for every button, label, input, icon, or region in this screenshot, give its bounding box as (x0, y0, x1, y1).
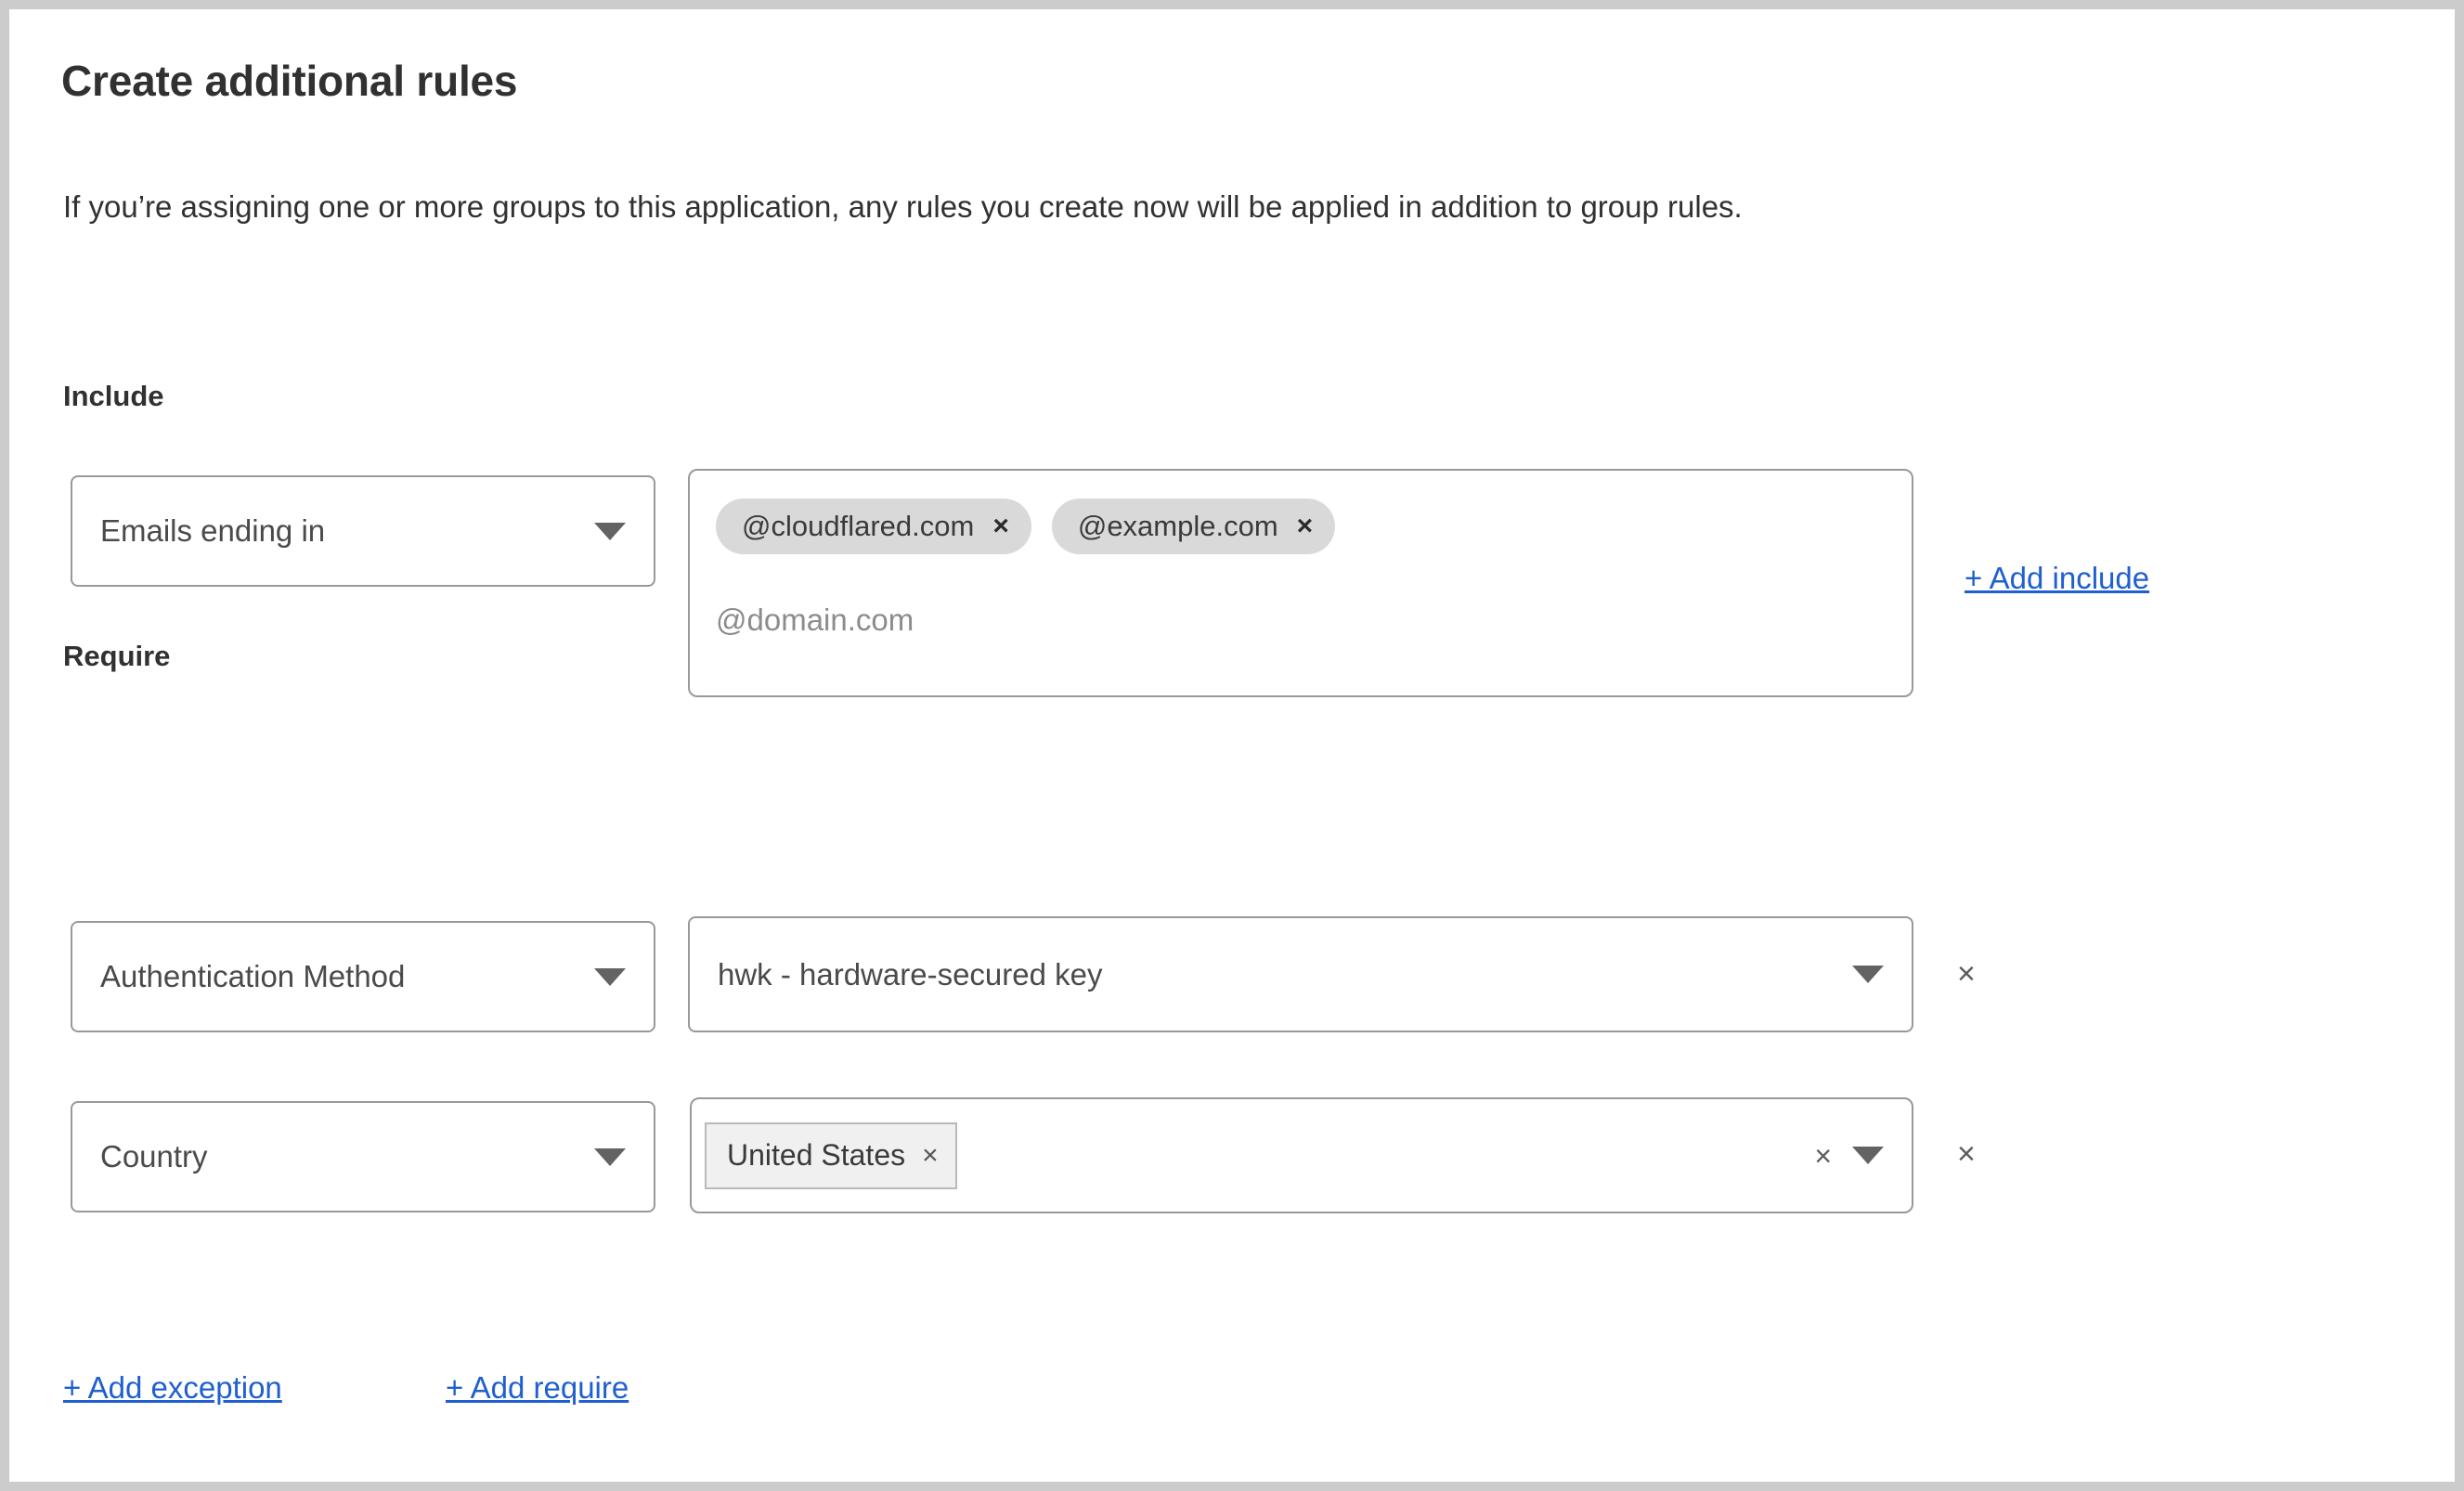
require-value-multiselect-1[interactable]: United States × × (690, 1097, 1913, 1213)
close-icon[interactable]: × (1957, 1138, 1976, 1170)
chevron-down-icon (1852, 966, 1884, 983)
require-value-select-0-value: hwk - hardware-secured key (718, 956, 1103, 992)
page-title: Create additional rules (61, 57, 518, 105)
include-value-tag-input[interactable]: @cloudflared.com × @example.com × @domai… (688, 469, 1913, 697)
include-type-select[interactable]: Emails ending in (71, 475, 655, 587)
require-value-select-0[interactable]: hwk - hardware-secured key (688, 916, 1913, 1032)
require-type-select-1[interactable]: Country (71, 1101, 655, 1212)
rules-panel: Create additional rules If you’re assign… (9, 9, 2455, 1482)
require-type-select-0-value: Authentication Method (100, 959, 406, 993)
clear-icon[interactable]: × (1814, 1141, 1832, 1171)
chevron-down-icon[interactable] (1852, 1147, 1884, 1164)
chevron-down-icon (594, 967, 626, 986)
page-description: If you’re assigning one or more groups t… (63, 189, 1743, 224)
include-tag-label: @example.com (1077, 510, 1278, 542)
add-include-link[interactable]: + Add include (1965, 561, 2149, 596)
close-icon[interactable]: × (1297, 512, 1314, 540)
add-exception-link[interactable]: + Add exception (63, 1370, 282, 1406)
include-tag-label: @cloudflared.com (742, 510, 975, 542)
close-icon[interactable]: × (922, 1141, 939, 1170)
chevron-down-icon (594, 522, 626, 540)
country-chip-label: United States (727, 1138, 906, 1172)
require-type-select-1-value: Country (100, 1139, 208, 1173)
include-type-select-value: Emails ending in (100, 513, 326, 548)
add-require-link[interactable]: + Add require (446, 1370, 629, 1406)
require-section-label: Require (63, 640, 171, 672)
country-chip[interactable]: United States × (705, 1121, 957, 1189)
include-section-label: Include (63, 380, 164, 412)
include-tag[interactable]: @example.com × (1051, 499, 1336, 554)
include-tag[interactable]: @cloudflared.com × (716, 499, 1031, 554)
include-tag-list: @cloudflared.com × @example.com × (716, 499, 1886, 554)
include-tag-placeholder: @domain.com (716, 603, 914, 637)
close-icon[interactable]: × (992, 512, 1009, 540)
close-icon[interactable]: × (1957, 958, 1976, 990)
chevron-down-icon (594, 1147, 626, 1166)
require-type-select-0[interactable]: Authentication Method (71, 921, 655, 1032)
